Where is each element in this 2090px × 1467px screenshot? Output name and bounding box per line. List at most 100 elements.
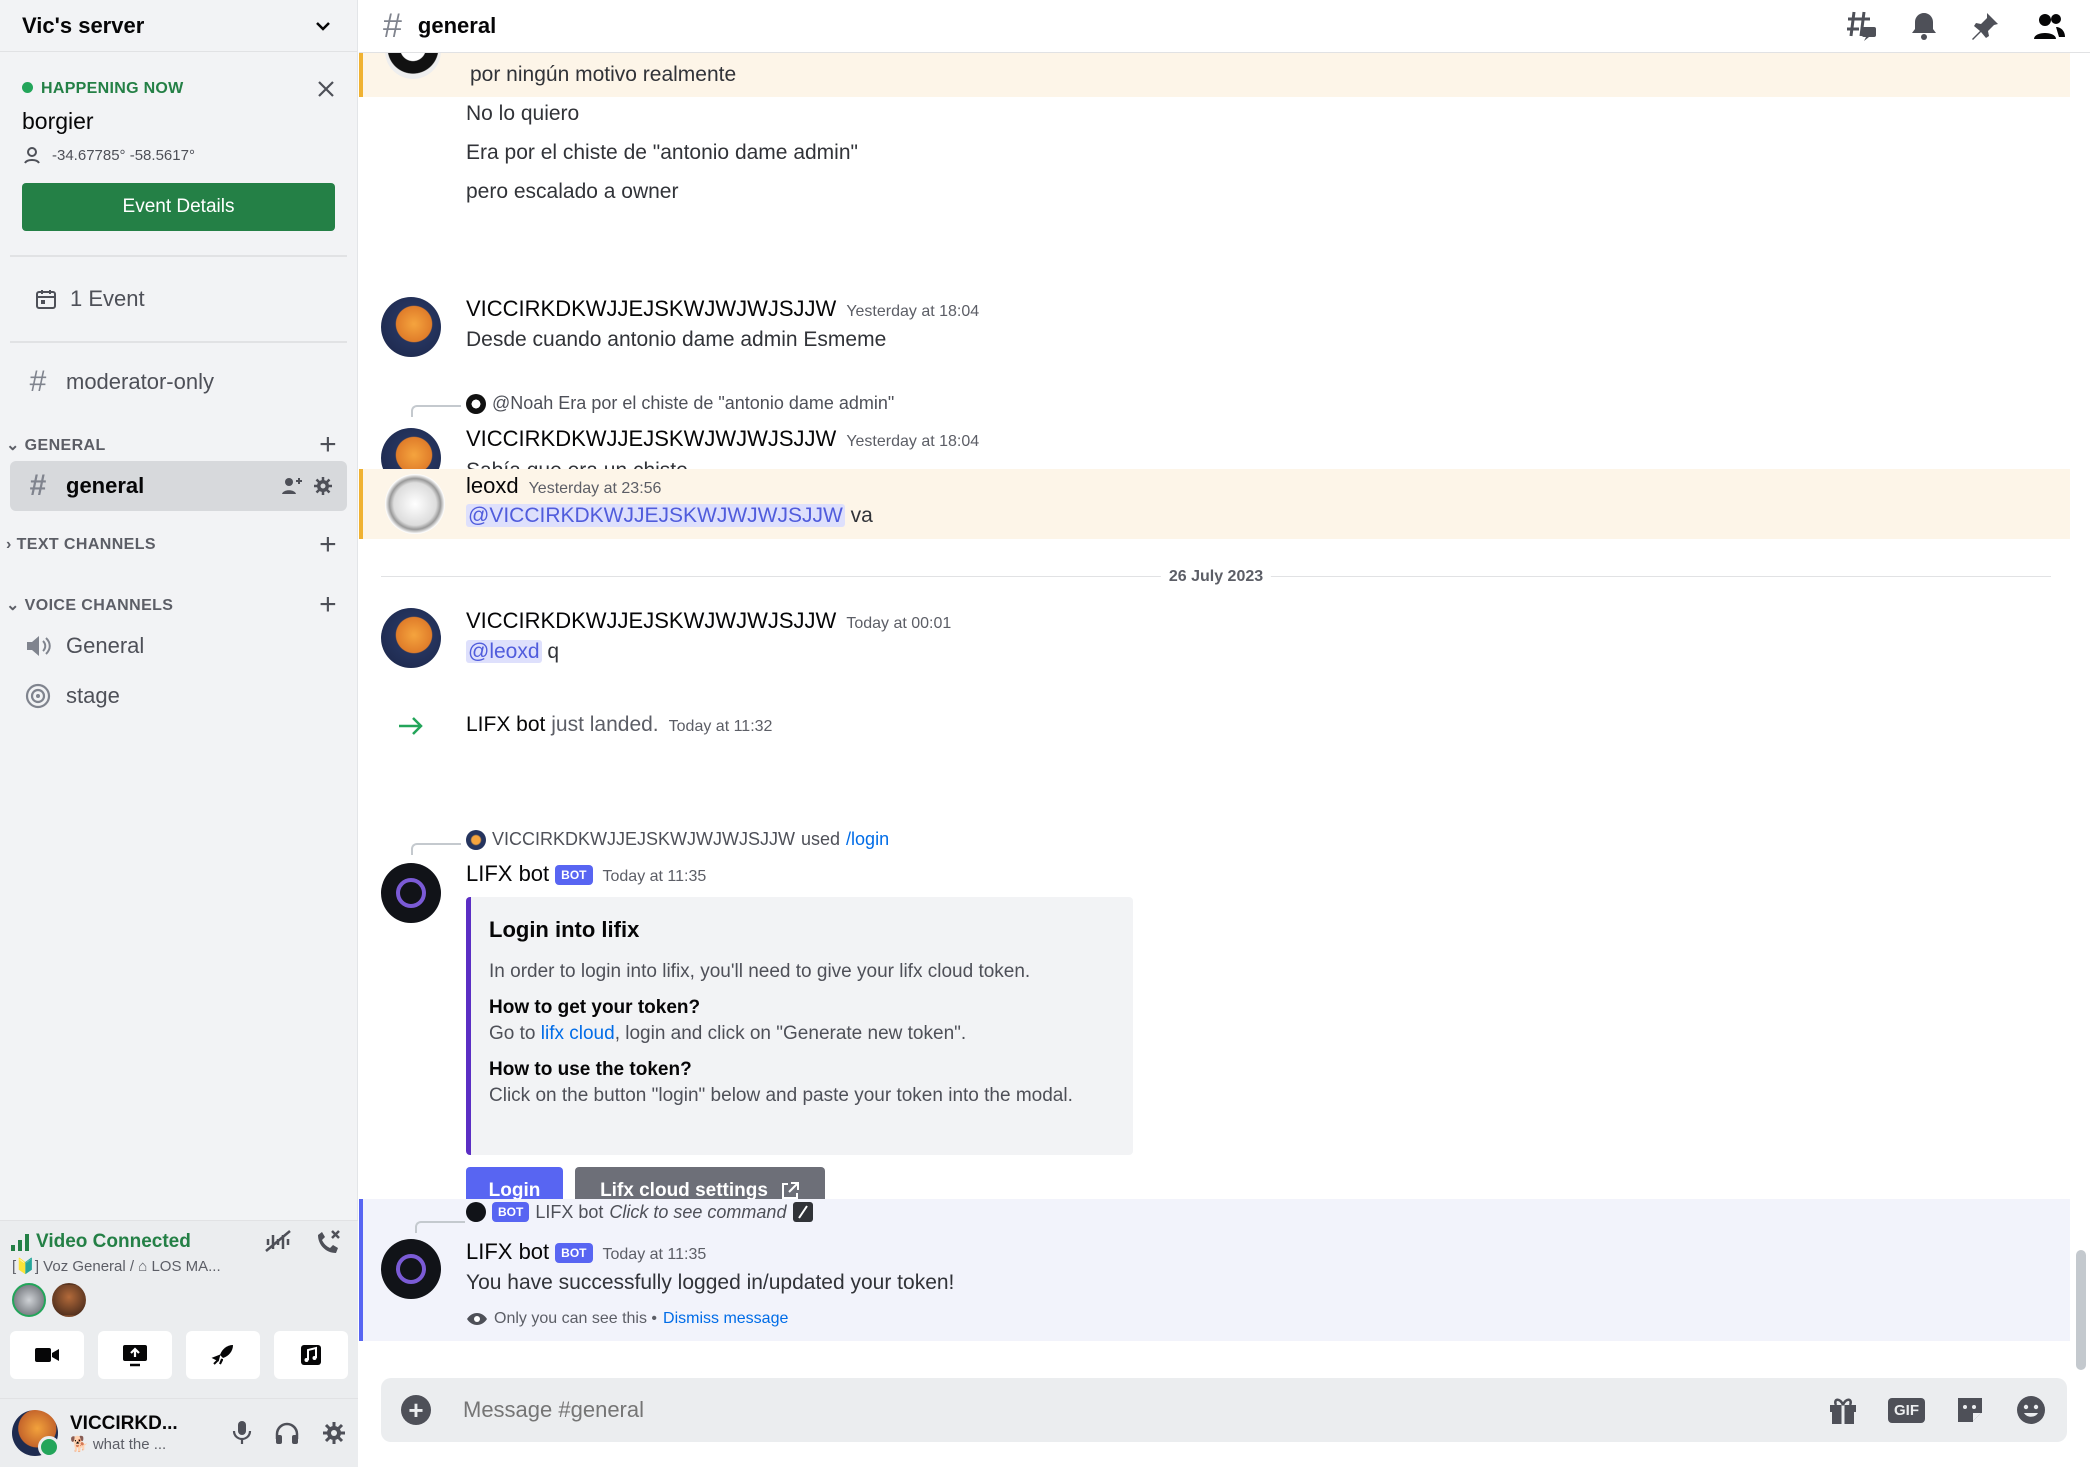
system-join-message: LIFX bot just landed. Today at 11:32 <box>359 703 2070 753</box>
screen-share-button[interactable] <box>98 1331 172 1379</box>
message-text: Era por el chiste de "antonio dame admin… <box>466 141 858 164</box>
sticker-icon[interactable] <box>1955 1395 1985 1425</box>
lifx-logo-icon <box>396 1254 426 1284</box>
voice-channel-general[interactable]: General <box>10 621 347 671</box>
server-header[interactable]: Vic's server <box>0 0 357 52</box>
user-status: 🐕 what the ... <box>70 1436 167 1453</box>
date-divider: 26 July 2023 <box>381 568 2051 586</box>
user-mention[interactable]: @leoxd <box>466 640 542 663</box>
pin-icon[interactable] <box>1970 11 2000 41</box>
bot-avatar[interactable] <box>381 1239 441 1299</box>
message-author[interactable]: VICCIRKDKWJJEJSKWJWJWJSJJW <box>466 296 836 321</box>
message-author[interactable]: LIFX bot <box>466 861 549 886</box>
slash-command-icon <box>793 1202 814 1222</box>
message-author[interactable]: VICCIRKDKWJJEJSKWJWJWJSJJW <box>466 426 836 451</box>
add-channel-icon[interactable]: + <box>319 428 337 462</box>
hash-icon: # <box>29 469 47 502</box>
slash-command[interactable]: /login <box>846 829 889 850</box>
message-text: No lo quiero <box>466 102 580 125</box>
hash-icon: # <box>29 365 47 398</box>
bot-avatar[interactable] <box>381 863 441 923</box>
message-timestamp: Today at 11:35 <box>602 868 707 885</box>
scrollbar-thumb[interactable] <box>2076 1250 2086 1370</box>
dismiss-message-link[interactable]: Dismiss message <box>663 1310 788 1328</box>
user-avatar[interactable] <box>381 608 441 668</box>
ephemeral-message: BOT LIFX bot Click to see command LIFX b… <box>359 1199 2070 1341</box>
message-list: por ningún motivo realmente No lo quiero… <box>359 53 2070 1370</box>
gear-icon[interactable] <box>313 476 333 496</box>
bell-icon[interactable] <box>1910 11 1938 41</box>
channel-sidebar: Vic's server HAPPENING NOW borgier -34.6… <box>0 0 358 1467</box>
user-avatar[interactable] <box>12 1410 60 1458</box>
reply-user: VICCIRKDKWJJEJSKWJWJWJSJJW <box>492 829 795 849</box>
message: VICCIRKDKWJJEJSKWJWJWJSJJW Today at 00:01… <box>359 603 2070 693</box>
message-author[interactable]: VICCIRKDKWJJEJSKWJWJWJSJJW <box>466 608 836 633</box>
voice-user-avatar[interactable] <box>52 1283 86 1317</box>
category-voice-channels[interactable]: ⌄ VOICE CHANNELS + <box>0 588 357 622</box>
user-mention[interactable]: @VICCIRKDKWJJEJSKWJWJWJSJJW <box>466 504 845 527</box>
noise-suppression-icon[interactable] <box>264 1229 292 1253</box>
gift-icon[interactable] <box>1828 1395 1858 1425</box>
event-details-button[interactable]: Event Details <box>22 183 335 231</box>
channel-general[interactable]: # general <box>10 461 347 511</box>
message-text: por ningún motivo realmente <box>470 63 737 86</box>
voice-connection-panel: Video Connected [🔰] Voz General / ⌂ LOS … <box>0 1220 358 1398</box>
emoji-icon[interactable] <box>2015 1394 2047 1426</box>
message-text: va <box>850 504 873 527</box>
camera-button[interactable] <box>10 1331 84 1379</box>
message-timestamp: Today at 00:01 <box>846 615 952 632</box>
rocket-icon <box>211 1345 233 1365</box>
add-channel-icon[interactable]: + <box>319 588 337 622</box>
close-icon[interactable] <box>317 80 335 98</box>
channel-label: stage <box>66 683 120 708</box>
activities-button[interactable] <box>186 1331 260 1379</box>
message-author[interactable]: LIFX bot <box>466 1239 549 1264</box>
click-to-see-command[interactable]: Click to see command <box>609 1202 786 1223</box>
events-row[interactable]: 1 Event <box>10 257 347 343</box>
scrollbar[interactable] <box>2076 60 2086 1370</box>
reply-avatar <box>466 1202 486 1222</box>
threads-icon[interactable] <box>1846 10 1878 42</box>
message: VICCIRKDKWJJEJSKWJWJWJSJJW Yesterday at 1… <box>359 243 2070 357</box>
message-mentioned: leoxd Yesterday at 23:56 @VICCIRKDKWJJEJS… <box>359 469 2070 539</box>
event-name: borgier <box>22 108 94 134</box>
signal-icon <box>11 1234 29 1251</box>
member-list-icon[interactable] <box>2032 11 2066 41</box>
channel-moderator-only[interactable]: # moderator-only <box>10 357 347 407</box>
join-user[interactable]: LIFX bot <box>466 713 545 736</box>
embed-description: In order to login into lifix, you'll nee… <box>489 961 1031 982</box>
eye-icon <box>467 1313 487 1325</box>
embed-field-name: How to get your token? <box>489 997 701 1018</box>
lifx-cloud-link[interactable]: lifx cloud <box>541 1023 615 1044</box>
headphones-icon[interactable] <box>274 1421 300 1445</box>
embed-field-text: Go to <box>489 1023 536 1044</box>
stage-channel[interactable]: stage <box>10 671 347 721</box>
message-input[interactable] <box>463 1397 1563 1423</box>
message-text: pero escalado a owner <box>466 180 679 203</box>
chevron-down-icon: ⌄ <box>6 437 25 454</box>
voice-user-avatar[interactable] <box>12 1283 46 1317</box>
category-general[interactable]: ⌄ GENERAL + <box>0 428 357 462</box>
reply-avatar <box>466 393 486 414</box>
add-channel-icon[interactable]: + <box>319 528 337 562</box>
disconnect-icon[interactable] <box>314 1229 342 1255</box>
microphone-icon[interactable] <box>232 1420 252 1446</box>
chevron-right-icon: › <box>6 536 17 553</box>
reply-used: used <box>801 829 841 849</box>
soundboard-button[interactable] <box>274 1331 348 1379</box>
stage-icon <box>25 683 51 709</box>
category-text-channels[interactable]: › TEXT CHANNELS + <box>0 528 357 562</box>
date-label: 26 July 2023 <box>1160 568 1272 586</box>
chevron-down-icon <box>316 21 330 31</box>
channel-label: moderator-only <box>66 369 214 394</box>
user-avatar[interactable] <box>385 474 445 534</box>
bot-message: VICCIRKDKWJJEJSKWJWJWJSJJW used /login L… <box>359 769 2070 1239</box>
invite-icon[interactable] <box>281 476 303 496</box>
reply-avatar <box>466 829 486 850</box>
user-settings-gear-icon[interactable] <box>322 1421 346 1445</box>
gif-button[interactable]: GIF <box>1888 1397 1925 1423</box>
category-label: GENERAL <box>24 437 106 454</box>
message-author[interactable]: leoxd <box>466 473 519 498</box>
user-avatar[interactable] <box>385 53 441 79</box>
add-attachment-icon[interactable]: + <box>401 1395 431 1425</box>
